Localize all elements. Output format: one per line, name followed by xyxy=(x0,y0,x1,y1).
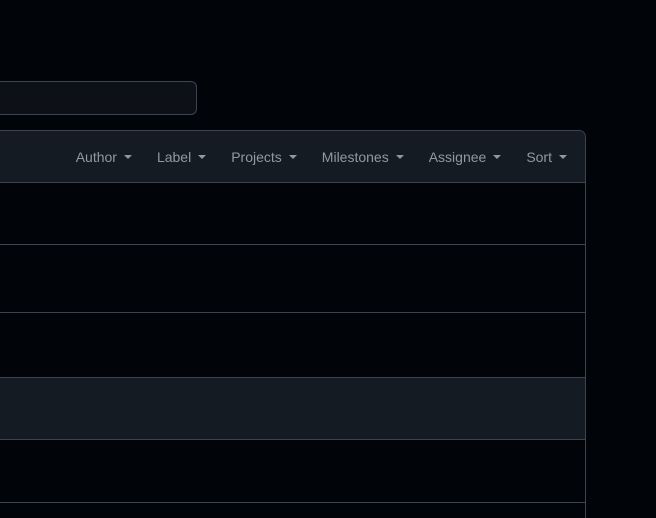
filter-dropdown-projects[interactable]: Projects xyxy=(231,149,297,165)
chevron-down-icon xyxy=(395,154,404,159)
issues-toolbar: Labels 12 Milestones 1 New issue xyxy=(0,78,656,194)
issue-row[interactable] xyxy=(0,503,585,518)
issues-list-panel: Author Label Projects Milestones Assignee Sor… xyxy=(0,130,586,518)
issues-filter-bar: Author Label Projects Milestones Assignee Sor… xyxy=(0,131,585,183)
search-box[interactable] xyxy=(0,81,197,115)
issue-row[interactable] xyxy=(0,183,585,245)
issue-row[interactable]: Optimization xyxy=(0,245,585,313)
filter-dropdown-assignee[interactable]: Assignee xyxy=(429,149,502,165)
filter-dropdown-milestones[interactable]: Milestones xyxy=(322,149,404,165)
issues-page: Labels 12 Milestones 1 New issue Author L… xyxy=(0,0,656,518)
search-input[interactable] xyxy=(0,90,184,106)
filter-dropdown-label: Author xyxy=(75,148,117,165)
filter-dropdown-label: Projects xyxy=(231,148,282,165)
filter-dropdown-author[interactable]: Author xyxy=(76,149,132,165)
chevron-down-icon xyxy=(198,154,207,159)
filter-dropdown-label: Sort xyxy=(526,148,552,165)
filter-dropdown-label[interactable]: Label xyxy=(156,148,207,165)
issues-rows-container: Optimization xyxy=(0,183,585,518)
filter-dropdown-label: Label xyxy=(156,148,192,165)
chevron-down-icon xyxy=(123,154,132,159)
chevron-down-icon xyxy=(288,154,297,159)
filter-dropdown-sort[interactable]: Sort xyxy=(526,149,567,165)
issue-row[interactable] xyxy=(0,313,585,378)
issue-row[interactable] xyxy=(0,440,585,503)
issue-row[interactable] xyxy=(0,378,585,440)
chevron-down-icon xyxy=(559,154,567,159)
filter-dropdown-label: Assignee xyxy=(428,148,487,165)
filter-dropdown-label: Milestones xyxy=(321,148,389,165)
chevron-down-icon xyxy=(493,154,502,159)
